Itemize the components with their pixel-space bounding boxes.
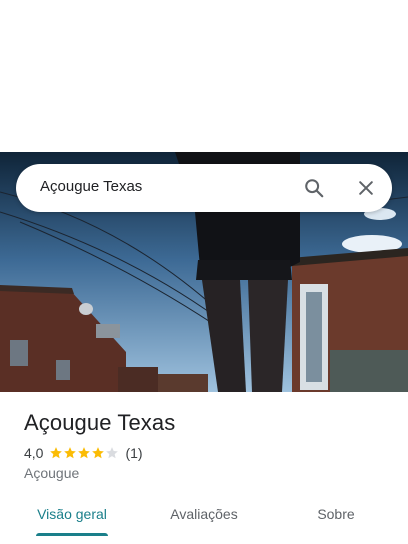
tab-overview[interactable]: Visão geral bbox=[24, 496, 120, 532]
tab-about[interactable]: Sobre bbox=[288, 496, 384, 532]
active-tab-indicator bbox=[36, 533, 108, 536]
star-icon bbox=[64, 447, 77, 459]
rating-stars bbox=[49, 446, 119, 460]
search-input[interactable]: Açougue Texas bbox=[40, 178, 142, 195]
tab-reviews[interactable]: Avaliações bbox=[156, 496, 252, 532]
close-button[interactable] bbox=[352, 174, 380, 202]
search-button[interactable] bbox=[300, 174, 328, 202]
close-icon bbox=[359, 181, 373, 195]
star-icon bbox=[78, 447, 91, 459]
tab-bar: Visão geral Avaliações Sobre bbox=[0, 496, 408, 536]
place-title: Açougue Texas bbox=[24, 410, 176, 435]
search-bar[interactable]: Açougue Texas bbox=[16, 164, 392, 212]
rating-value: 4,0 bbox=[24, 445, 44, 461]
review-count[interactable]: (1) bbox=[125, 445, 142, 461]
star-icon bbox=[106, 447, 119, 459]
star-icon bbox=[92, 447, 105, 459]
search-icon bbox=[305, 179, 324, 198]
star-icon bbox=[50, 447, 63, 459]
rating-row[interactable]: 4,0 (1) bbox=[24, 444, 143, 462]
place-category[interactable]: Açougue bbox=[24, 465, 79, 481]
